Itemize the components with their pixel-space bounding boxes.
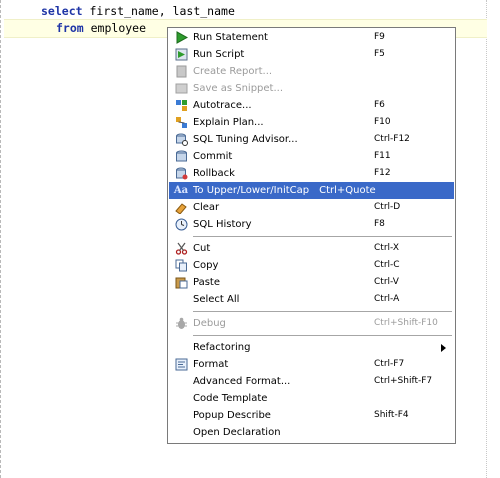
menu-item-open-declaration[interactable]: Open Declaration — [169, 424, 454, 441]
menu-item-code-template[interactable]: Code Template — [169, 390, 454, 407]
commit-icon — [174, 149, 188, 163]
bug-icon — [174, 316, 188, 330]
submenu-arrow-icon — [441, 344, 446, 352]
code-text: first_name, last_name — [82, 4, 235, 18]
gutter-guide — [0, 0, 1, 478]
keyword-select: select — [41, 4, 83, 18]
menu-item-autotrace[interactable]: Autotrace... F6 — [169, 97, 454, 114]
keyword-from: from — [56, 21, 84, 35]
menu-item-run-statement[interactable]: Run Statement F9 — [169, 29, 454, 46]
history-icon — [174, 217, 188, 231]
menu-item-refactoring[interactable]: Refactoring — [169, 339, 454, 356]
menu-item-popup-describe[interactable]: Popup Describe Shift-F4 — [169, 407, 454, 424]
menu-item-copy[interactable]: Copy Ctrl-C — [169, 257, 454, 274]
menu-item-run-script[interactable]: Run Script F5 — [169, 46, 454, 63]
menu-item-commit[interactable]: Commit F11 — [169, 148, 454, 165]
copy-icon — [174, 258, 188, 272]
menu-item-sql-history[interactable]: SQL History F8 — [169, 216, 454, 233]
case-icon: Aa — [173, 184, 189, 196]
menu-item-to-upper-lower-initcap[interactable]: Aa To Upper/Lower/InitCap Ctrl+Quote — [169, 182, 454, 199]
rollback-icon — [174, 166, 188, 180]
code-text: employee — [83, 21, 147, 35]
menu-item-format[interactable]: Format Ctrl-F7 — [169, 356, 454, 373]
menu-item-advanced-format[interactable]: Advanced Format... Ctrl+Shift-F7 — [169, 373, 454, 390]
menu-item-create-report[interactable]: Create Report... — [169, 63, 454, 80]
scissors-icon — [174, 241, 188, 255]
menu-separator — [193, 311, 452, 312]
code-line-1[interactable]: select first_name, last_name — [41, 3, 235, 20]
menu-item-clear[interactable]: Clear Ctrl-D — [169, 199, 454, 216]
menu-item-debug[interactable]: Debug Ctrl+Shift-F10 — [169, 315, 454, 332]
eraser-icon — [174, 200, 188, 214]
run-script-icon — [174, 47, 188, 61]
format-icon — [174, 357, 188, 371]
report-icon — [174, 64, 188, 78]
menu-item-rollback[interactable]: Rollback F12 — [169, 165, 454, 182]
menu-item-select-all[interactable]: Select All Ctrl-A — [169, 291, 454, 308]
menu-item-explain-plan[interactable]: Explain Plan... F10 — [169, 114, 454, 131]
right-margin-guide — [486, 0, 487, 478]
menu-item-cut[interactable]: Cut Ctrl-X — [169, 240, 454, 257]
menu-item-sql-tuning-advisor[interactable]: SQL Tuning Advisor... Ctrl-F12 — [169, 131, 454, 148]
menu-separator — [193, 335, 452, 336]
explain-plan-icon — [174, 115, 188, 129]
menu-item-paste[interactable]: Paste Ctrl-V — [169, 274, 454, 291]
play-icon — [174, 30, 188, 44]
menu-separator — [193, 236, 452, 237]
tuning-advisor-icon — [174, 132, 188, 146]
context-menu: Run Statement F9 Run Script F5 Create Re… — [167, 27, 456, 444]
autotrace-icon — [174, 98, 188, 112]
menu-item-save-as-snippet[interactable]: Save as Snippet... — [169, 80, 454, 97]
snippet-icon — [174, 81, 188, 95]
paste-icon — [174, 275, 188, 289]
